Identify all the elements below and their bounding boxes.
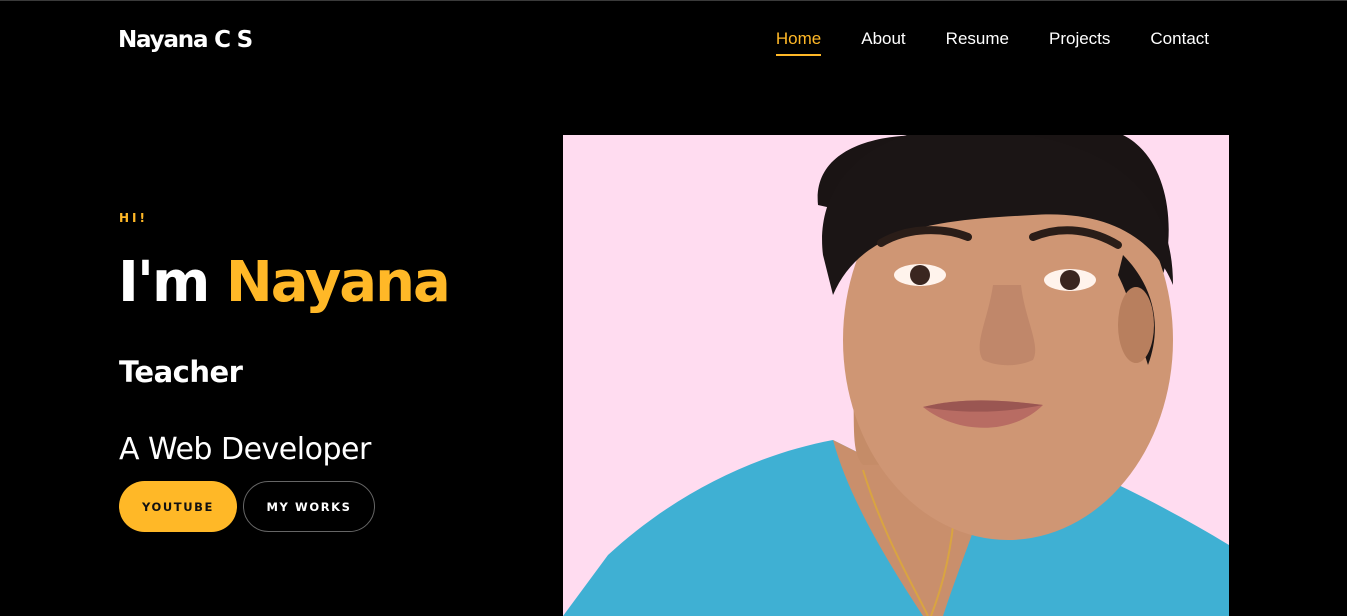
profile-photo xyxy=(563,135,1229,616)
greeting: HI! xyxy=(119,211,148,225)
site-logo[interactable]: Nayana C S xyxy=(118,27,253,53)
main-nav: Home About Resume Projects Contact xyxy=(736,29,1209,56)
headline-name: Nayana xyxy=(225,250,451,315)
nav-resume[interactable]: Resume xyxy=(946,29,1009,56)
headline-intro: I'm xyxy=(118,250,210,315)
nav-projects[interactable]: Projects xyxy=(1049,29,1110,56)
my-works-button[interactable]: MY WORKS xyxy=(243,481,375,532)
hero-headline: I'm Nayana xyxy=(118,250,451,315)
youtube-button[interactable]: YOUTUBE xyxy=(119,481,237,532)
portrait-illustration xyxy=(563,135,1229,616)
hero-role: Teacher xyxy=(119,355,243,389)
top-border xyxy=(0,0,1347,1)
nav-about[interactable]: About xyxy=(861,29,905,56)
hero-subrole: A Web Developer xyxy=(119,432,371,467)
nav-home[interactable]: Home xyxy=(775,29,822,56)
nav-contact[interactable]: Contact xyxy=(1150,29,1209,56)
